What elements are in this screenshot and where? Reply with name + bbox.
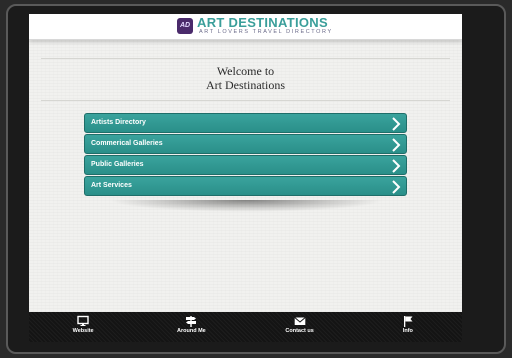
brand-title: ART DESTINATIONS [197,15,328,30]
nav-around-me[interactable]: Around Me [137,312,245,342]
menu-item-public-galleries[interactable]: Public Galleries [84,155,407,175]
welcome-divider [41,100,450,101]
menu-item-label: Public Galleries [91,161,144,168]
app-header: AD ART DESTINATIONS ART LOVERS TRAVEL DI… [29,14,462,40]
chevron-right-icon [392,138,401,152]
chevron-right-icon [392,180,401,194]
chevron-right-icon [392,159,401,173]
menu-item-artists-directory[interactable]: Artists Directory [84,113,407,133]
nav-label: Contact us [285,328,314,334]
flag-icon [403,316,413,327]
brand-tagline: ART LOVERS TRAVEL DIRECTORY [199,29,333,35]
signpost-icon [186,316,197,327]
menu-item-commerical-galleries[interactable]: Commerical Galleries [84,134,407,154]
main-menu: Artists Directory Commerical Galleries P… [84,113,407,197]
bottom-nav-bar: Website Around Me Contact us Info [29,312,462,342]
welcome-heading: Welcome to Art Destinations [29,64,462,92]
menu-shadow [109,200,384,212]
nav-contact-us[interactable]: Contact us [246,312,354,342]
nav-website[interactable]: Website [29,312,137,342]
nav-label: Website [72,328,94,334]
chevron-right-icon [392,117,401,131]
welcome-line-2: Art Destinations [206,78,285,92]
welcome-line-1: Welcome to [216,64,275,78]
app-screen: AD ART DESTINATIONS ART LOVERS TRAVEL DI… [29,14,462,342]
monitor-icon [77,315,89,326]
nav-info[interactable]: Info [354,312,462,342]
envelope-icon [294,317,306,325]
nav-label: Info [402,328,413,334]
menu-item-label: Commerical Galleries [91,140,163,147]
nav-label: Around Me [177,328,206,334]
top-divider [41,58,450,59]
menu-item-art-services[interactable]: Art Services [84,176,407,196]
brand-logo: AD [177,18,193,34]
menu-item-label: Art Services [91,182,132,189]
menu-item-label: Artists Directory [91,119,146,126]
